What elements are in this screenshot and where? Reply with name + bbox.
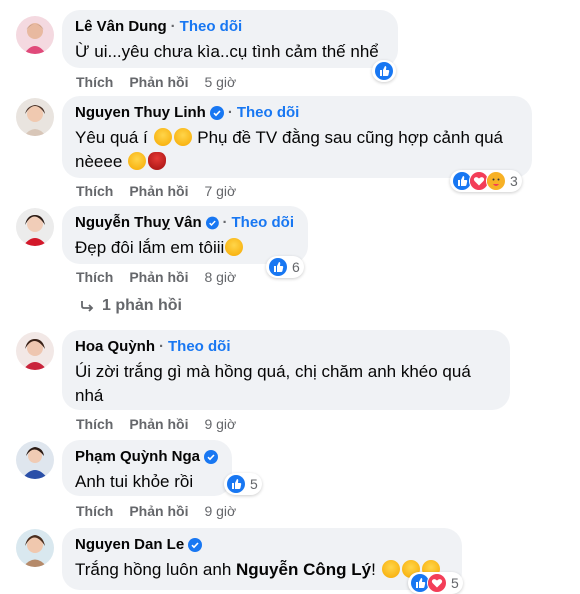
avatar[interactable] <box>16 441 54 479</box>
timestamp[interactable]: 9 giờ <box>204 416 236 432</box>
reaction-summary[interactable]: 3 <box>450 170 522 192</box>
heart-eyes-emoji-icon <box>153 128 172 146</box>
author-name[interactable]: Nguyen Thuy Linh <box>75 104 206 122</box>
comment-bubble: Phạm Quỳnh Nga Anh tui khỏe rồi <box>62 440 232 496</box>
reaction-summary[interactable]: 5 <box>408 572 463 594</box>
verified-badge-icon <box>209 106 224 120</box>
comment-bubble: Nguyen Dan Le Trắng hồng luôn anh Nguyễn… <box>62 528 462 590</box>
reaction-count: 3 <box>510 173 518 189</box>
like-button[interactable]: Thích <box>76 503 113 519</box>
separator-dot: · <box>227 104 233 121</box>
reply-button[interactable]: Phản hồi <box>129 269 188 285</box>
author-name[interactable]: Phạm Quỳnh Nga <box>75 448 200 466</box>
like-button[interactable]: Thích <box>76 74 113 90</box>
avatar[interactable] <box>16 98 54 136</box>
comment-actions: Thích Phản hồi 9 giờ <box>76 503 236 519</box>
smiling-hearts-emoji-icon <box>225 238 244 256</box>
rose-emoji-icon <box>148 152 167 170</box>
verified-badge-icon <box>204 450 218 464</box>
like-reaction-icon <box>374 61 394 81</box>
comment-bubble: Nguyen Thuy Linh · Theo dõi Yêu quá í Ph… <box>62 96 532 178</box>
comment-actions: Thích Phản hồi 5 giờ <box>76 74 236 90</box>
avatar[interactable] <box>16 16 54 54</box>
comment-text: Đẹp đôi lắm em tôiii <box>75 236 294 260</box>
kiss-emoji-icon <box>173 128 192 146</box>
author-name[interactable]: Lê Vân Dung <box>75 18 167 36</box>
like-button[interactable]: Thích <box>76 416 113 432</box>
like-button[interactable]: Thích <box>76 269 113 285</box>
follow-button[interactable]: Theo dõi <box>168 338 231 356</box>
reaction-count: 6 <box>292 259 300 275</box>
comment-actions: Thích Phản hồi 8 giờ <box>76 269 236 285</box>
reply-arrow-icon <box>81 301 94 312</box>
care-reaction-icon <box>486 171 506 191</box>
replies-count-label: 1 phản hồi <box>102 297 182 314</box>
verified-badge-icon <box>205 216 219 230</box>
timestamp[interactable]: 5 giờ <box>204 74 236 90</box>
kiss-emoji-icon <box>128 152 147 170</box>
avatar[interactable] <box>16 208 54 246</box>
comment-text: Anh tui khỏe rồi <box>75 472 194 491</box>
reply-button[interactable]: Phản hồi <box>129 416 188 432</box>
like-button[interactable]: Thích <box>76 183 113 199</box>
comment-text-part: Đẹp đôi lắm em tôiii <box>75 238 225 257</box>
reaction-summary[interactable] <box>372 60 396 82</box>
timestamp[interactable]: 8 giờ <box>204 269 236 285</box>
comment-text-part: nhá <box>75 386 104 405</box>
reply-button[interactable]: Phản hồi <box>129 503 188 519</box>
reply-button[interactable]: Phản hồi <box>129 74 188 90</box>
comment-bubble: Hoa Quỳnh · Theo dõi Úi zời trắng gì mà … <box>62 330 510 410</box>
like-reaction-icon <box>226 474 246 494</box>
follow-button[interactable]: Theo dõi <box>180 18 243 36</box>
mention-link[interactable]: Nguyễn Công Lý <box>236 560 371 579</box>
comment-text-part: Yêu quá í <box>75 128 148 147</box>
smiling-hearts-emoji-icon <box>381 560 400 578</box>
reaction-summary[interactable]: 5 <box>224 473 262 495</box>
separator-dot: · <box>170 18 176 35</box>
comment-bubble: Lê Vân Dung · Theo dõi Ừ ui...yêu chưa k… <box>62 10 398 68</box>
comment-text: Yêu quá í Phụ đề TV đằng sau cũng hợp cả… <box>75 126 518 174</box>
love-reaction-icon <box>427 573 447 593</box>
comment-actions: Thích Phản hồi 7 giờ <box>76 183 236 199</box>
author-name[interactable]: Nguyễn Thuỵ Vân <box>75 214 202 232</box>
comment-text-part: Phụ đề TV đằng sau cũng hợp cảnh quá <box>197 128 503 147</box>
verified-badge-icon <box>188 538 203 552</box>
comment-text-part: Úi zời trắng gì mà hồng quá, chị chăm an… <box>75 362 471 381</box>
timestamp[interactable]: 9 giờ <box>204 503 236 519</box>
view-replies-link[interactable]: 1 phản hồi <box>80 297 182 315</box>
comment-text: Trắng hồng luôn anh Nguyễn Công Lý! <box>75 558 448 582</box>
comment-text-part: nèeee <box>75 152 123 171</box>
like-reaction-icon <box>268 257 288 277</box>
timestamp[interactable]: 7 giờ <box>204 183 236 199</box>
comment-bubble: Nguyễn Thuỵ Vân · Theo dõi Đẹp đôi lắm e… <box>62 206 308 264</box>
reaction-summary[interactable]: 6 <box>266 256 304 278</box>
reaction-count: 5 <box>250 476 258 492</box>
comment-text-part: Trắng hồng luôn anh <box>75 560 232 579</box>
author-name[interactable]: Nguyen Dan Le <box>75 536 184 554</box>
separator-dot: · <box>159 338 165 355</box>
reaction-count: 5 <box>451 575 459 591</box>
separator-dot: · <box>222 214 228 231</box>
author-name[interactable]: Hoa Quỳnh <box>75 338 155 356</box>
follow-button[interactable]: Theo dõi <box>232 214 295 232</box>
avatar[interactable] <box>16 529 54 567</box>
follow-button[interactable]: Theo dõi <box>237 104 300 122</box>
comment-text-part: ! <box>371 560 376 579</box>
comment-text: Ừ ui...yêu chưa kìa..cụ tình cảm thế nhể <box>75 42 379 61</box>
reply-button[interactable]: Phản hồi <box>129 183 188 199</box>
comment-text: Úi zời trắng gì mà hồng quá, chị chăm an… <box>75 360 496 408</box>
comment-actions: Thích Phản hồi 9 giờ <box>76 416 236 432</box>
avatar[interactable] <box>16 332 54 370</box>
